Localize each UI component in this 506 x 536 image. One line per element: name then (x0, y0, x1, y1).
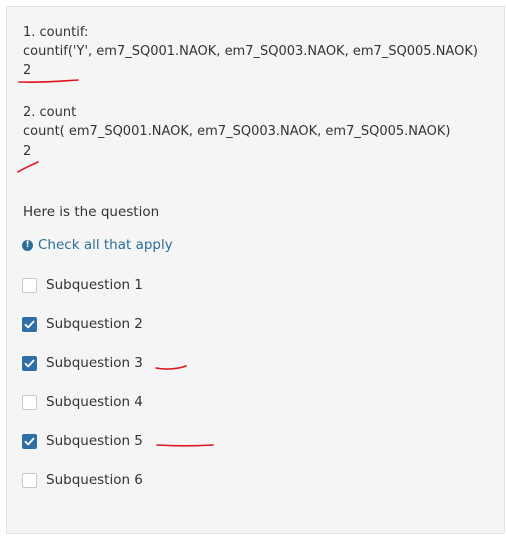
question-panel (6, 6, 505, 534)
help-label: Check all that apply (38, 237, 173, 253)
option-subquestion-3[interactable]: Subquestion 3 (22, 354, 143, 372)
option-label: Subquestion 2 (46, 316, 143, 332)
option-subquestion-1[interactable]: Subquestion 1 (22, 276, 143, 294)
checkbox[interactable] (22, 394, 37, 410)
checkmark-icon (24, 359, 35, 367)
option-subquestion-5[interactable]: Subquestion 5 (22, 432, 143, 450)
option-label: Subquestion 1 (46, 277, 143, 293)
option-label: Subquestion 5 (46, 433, 143, 449)
option-subquestion-6[interactable]: Subquestion 6 (22, 471, 143, 489)
formula2-result: 2 (23, 144, 32, 159)
option-subquestion-2[interactable]: Subquestion 2 (22, 315, 143, 333)
option-label: Subquestion 3 (46, 355, 143, 371)
option-label: Subquestion 6 (46, 472, 143, 488)
info-circle-icon: ! (22, 239, 33, 251)
question-text: Here is the question (23, 204, 160, 220)
checkbox[interactable] (22, 433, 37, 449)
checkbox[interactable] (22, 472, 37, 488)
help-text: ! Check all that apply (22, 237, 173, 253)
checkbox[interactable] (22, 277, 37, 293)
formula1-result: 2 (23, 63, 32, 78)
formula1-expression: countif('Y', em7_SQ001.NAOK, em7_SQ003.N… (23, 44, 478, 59)
formula1-heading: 1. countif: (23, 25, 89, 40)
formula2-expression: count( em7_SQ001.NAOK, em7_SQ003.NAOK, e… (23, 124, 451, 139)
formula2-heading: 2. count (23, 105, 77, 120)
checkbox[interactable] (22, 355, 37, 371)
checkmark-icon (24, 320, 35, 328)
option-label: Subquestion 4 (46, 394, 143, 410)
option-subquestion-4[interactable]: Subquestion 4 (22, 393, 143, 411)
checkmark-icon (24, 437, 35, 445)
checkbox[interactable] (22, 316, 37, 332)
